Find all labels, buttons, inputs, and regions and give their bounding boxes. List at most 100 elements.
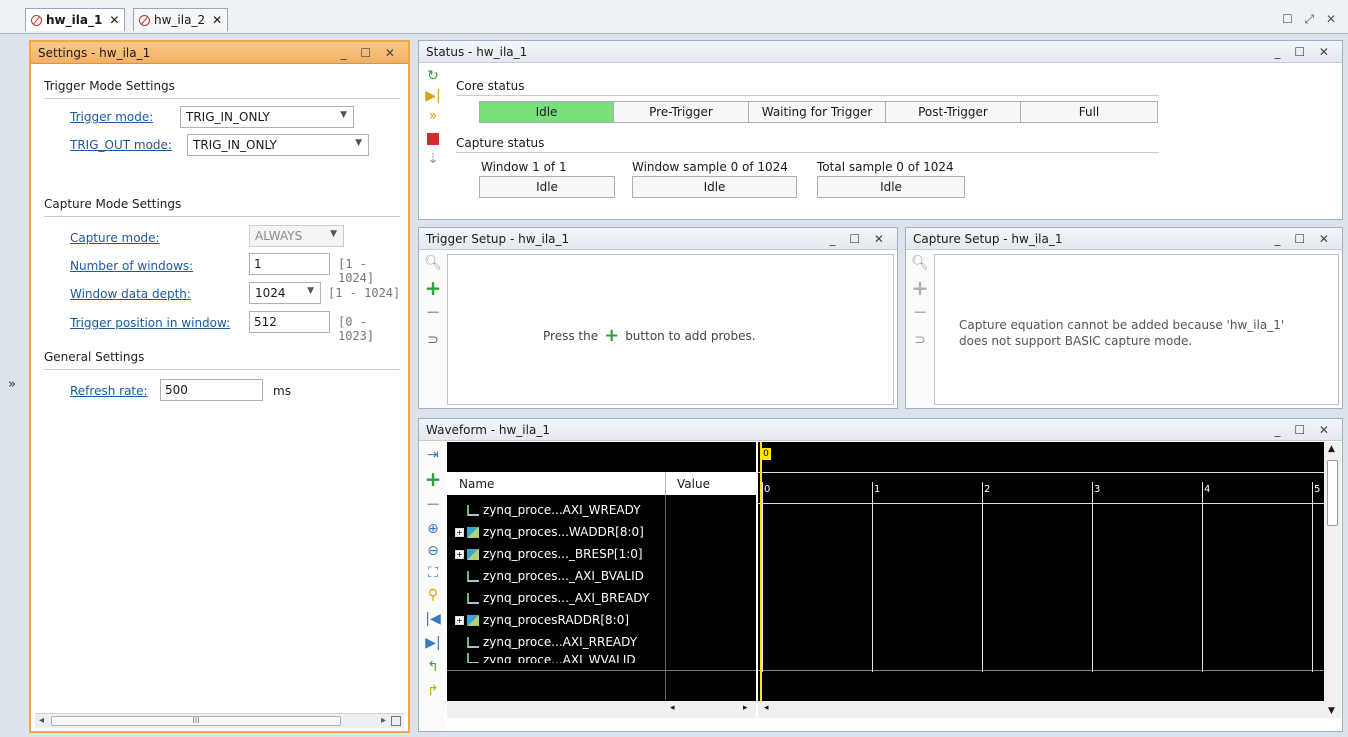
run-immediate-icon[interactable]: » [425, 108, 441, 124]
number-of-windows-input[interactable]: 1 [249, 253, 330, 275]
panel-title: Status - hw_ila_1 [426, 44, 528, 59]
scroll-left-icon[interactable]: ◂ [39, 715, 44, 726]
hint-text-before: Press the [543, 329, 599, 343]
signal-list-pane: Name Value zynq_proce...AXI_WREADY + zynq_… [447, 442, 756, 718]
expand-icon[interactable]: + [455, 549, 464, 559]
trigger-mode-select[interactable]: TRIG_IN_ONLY ▼ [180, 106, 354, 128]
trig-out-mode-select[interactable]: TRIG_IN_ONLY ▼ [187, 134, 369, 156]
signal-row[interactable]: zynq_proce...AXI_RREADY [455, 631, 637, 653]
go-to-start-icon[interactable]: |◀ [425, 611, 441, 627]
tab-hw-ila-1[interactable]: hw_ila_1 ✕ [25, 8, 126, 31]
waveform-v-scrollbar[interactable]: ▲ ▼ [1324, 442, 1341, 718]
scroll-right-icon[interactable]: ▸ [743, 703, 748, 713]
waveform-panel: Waveform - hw_ila_1 _ ☐ ✕ ⇥ + − ⊕ ⊖ ⛶ ⚲ … [418, 418, 1343, 732]
remove-probe-icon[interactable]: − [425, 304, 441, 322]
signal-list-header: Name Value [447, 472, 756, 495]
expand-sidebar-icon[interactable]: » [8, 377, 16, 392]
save-waveform-icon[interactable]: ⇥ [425, 447, 441, 463]
stop-icon[interactable] [425, 131, 441, 147]
trigger-position-link[interactable]: Trigger position in window: [70, 316, 230, 330]
trigger-setup-toolbar: 🔍︎ + − ⊃ [419, 250, 447, 408]
search-icon[interactable]: 🔍︎ [424, 255, 442, 271]
signal-pane-scrollbar[interactable]: ◂ ▸ [447, 701, 756, 718]
trigger-position-input[interactable]: 512 [249, 311, 330, 333]
number-of-windows-link[interactable]: Number of windows: [70, 259, 193, 273]
signal-row[interactable]: zynq_proce...AXI_WREADY [455, 499, 641, 521]
waveform-h-scrollbar[interactable]: ◂ [758, 701, 1324, 718]
signal-row[interactable]: + zynq_proces...WADDR[8:0] [455, 521, 644, 543]
auto-trigger-icon[interactable]: ↻ [425, 68, 441, 84]
export-icon[interactable]: ⇣ [425, 151, 441, 167]
run-trigger-icon[interactable]: ▶| [425, 88, 441, 104]
horizontal-scrollbar[interactable]: ◂ III ▸ [35, 713, 404, 728]
scroll-thumb[interactable]: III [51, 716, 341, 726]
panel-window-controls[interactable]: _ ☐ ✕ [341, 46, 400, 60]
close-icon[interactable]: ✕ [212, 13, 222, 27]
trigger-marker-label[interactable]: 0 [761, 448, 771, 460]
scroll-left-icon[interactable]: ◂ [670, 703, 675, 713]
signal-name: zynq_proces..._AXI_BREADY [483, 591, 650, 605]
scroll-thumb[interactable] [1327, 460, 1338, 526]
core-state-full: Full [1021, 102, 1157, 122]
zoom-fit-icon[interactable]: ⛶ [425, 565, 441, 581]
cursor-icon[interactable]: ⚲ [425, 587, 441, 603]
bit-signal-icon [467, 636, 479, 648]
message-line: Capture equation cannot be added because… [959, 318, 1285, 332]
column-header-value[interactable]: Value [677, 477, 710, 491]
trigger-mode-link[interactable]: Trigger mode: [70, 110, 153, 124]
signal-row[interactable]: zynq_proces..._AXI_BVALID [455, 565, 644, 587]
signal-row[interactable]: zynq_proces..._AXI_BREADY [455, 587, 649, 609]
range-hint: [0 - 1023] [338, 315, 375, 343]
gate-logic-icon[interactable]: ⊃ [425, 332, 441, 348]
prev-transition-icon[interactable]: ↰ [425, 659, 441, 675]
close-icon[interactable]: ✕ [109, 13, 119, 27]
next-transition-icon[interactable]: ↱ [425, 683, 441, 699]
bus-signal-icon [467, 526, 479, 538]
scroll-right-icon[interactable]: ▸ [381, 715, 386, 726]
zoom-out-icon[interactable]: ⊖ [425, 543, 441, 559]
signal-row[interactable]: + zynq_proces..._BRESP[1:0] [455, 543, 643, 565]
scroll-left-icon[interactable]: ◂ [764, 703, 769, 713]
bit-signal-icon [467, 504, 479, 516]
chevron-down-icon: ▼ [330, 229, 337, 239]
expand-icon[interactable]: + [455, 527, 464, 537]
trig-out-mode-link[interactable]: TRIG_OUT mode: [70, 138, 172, 152]
plus-icon: + [604, 325, 620, 346]
panel-window-controls[interactable]: _ ☐ ✕ [830, 232, 889, 246]
waveform-canvas[interactable]: 0 1 2 3 4 5 0 ◂ [758, 442, 1324, 718]
window-controls[interactable]: ☐ ⤢ ✕ [1282, 12, 1340, 27]
panel-title: Settings - hw_ila_1 [38, 45, 151, 60]
remove-signal-icon[interactable]: − [425, 496, 441, 514]
core-status-bar: Idle Pre-Trigger Waiting for Trigger Pos… [479, 101, 1158, 123]
signal-row[interactable]: zynq_proce...AXI_WVALID [455, 653, 636, 663]
signal-row[interactable]: + zynq_procesRADDR[8:0] [455, 609, 629, 631]
search-icon: 🔍︎ [911, 255, 929, 271]
scroll-down-icon[interactable]: ▼ [1328, 706, 1335, 716]
capture-mode-link[interactable]: Capture mode: [70, 231, 160, 245]
scroll-up-icon[interactable]: ▲ [1328, 444, 1335, 454]
window-count-label: Window 1 of 1 [481, 160, 567, 174]
trigger-probe-area: Press the + button to add probes. [447, 254, 894, 405]
refresh-rate-link[interactable]: Refresh rate: [70, 384, 148, 398]
select-value: 1024 [255, 286, 286, 300]
expand-icon[interactable]: + [455, 615, 464, 625]
signal-name: zynq_proces...WADDR[8:0] [483, 525, 644, 539]
go-to-end-icon[interactable]: ▶| [425, 635, 441, 651]
tab-hw-ila-2[interactable]: hw_ila_2 ✕ [133, 8, 229, 31]
window-data-depth-select[interactable]: 1024 ▼ [249, 282, 321, 304]
trigger-marker-line[interactable] [760, 442, 762, 718]
select-value: TRIG_IN_ONLY [193, 138, 277, 152]
window-data-depth-link[interactable]: Window data depth: [70, 287, 191, 301]
column-divider[interactable] [665, 472, 666, 495]
add-signal-icon[interactable]: + [425, 469, 442, 489]
panel-window-controls[interactable]: _ ☐ ✕ [1275, 423, 1334, 437]
row-divider [447, 670, 756, 671]
window-sample-label: Window sample 0 of 1024 [632, 160, 788, 174]
panel-window-controls[interactable]: _ ☐ ✕ [1275, 232, 1334, 246]
add-probe-icon[interactable]: + [425, 278, 442, 298]
column-header-name[interactable]: Name [459, 477, 494, 491]
panel-window-controls[interactable]: _ ☐ ✕ [1275, 45, 1334, 59]
timeline-gridline [762, 482, 763, 672]
refresh-rate-input[interactable]: 500 [160, 379, 263, 401]
zoom-in-icon[interactable]: ⊕ [425, 521, 441, 537]
